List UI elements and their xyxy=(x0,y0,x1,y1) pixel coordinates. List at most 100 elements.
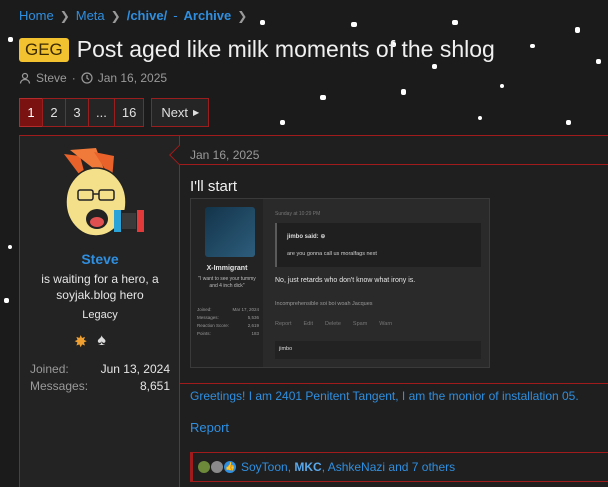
embed-action: Spam xyxy=(352,321,368,327)
breadcrumb-archive[interactable]: Archive xyxy=(184,8,232,23)
page-3-button[interactable]: 3 xyxy=(65,98,89,127)
embed-stat: Joined: Mar 17, 2024 xyxy=(197,307,259,312)
user-banner: Legacy xyxy=(82,309,118,321)
thread-date[interactable]: Jan 16, 2025 xyxy=(98,71,167,85)
messages-value[interactable]: 8,651 xyxy=(140,379,170,393)
reaction-name-bold: MKC xyxy=(294,460,322,474)
breadcrumb-home[interactable]: Home xyxy=(19,8,54,23)
snowflake xyxy=(452,20,458,25)
snowflake xyxy=(8,37,13,42)
chevron-right-icon: ❯ xyxy=(237,8,248,23)
snowflake xyxy=(596,59,601,64)
snowflake xyxy=(575,27,580,33)
joined-stat: Joined: Jun 13, 2024 xyxy=(30,362,170,376)
avatar[interactable] xyxy=(50,144,150,244)
divider xyxy=(180,164,608,165)
messages-label: Messages: xyxy=(30,379,89,393)
user-cell: Steve is waiting for a hero, a soyjak.bl… xyxy=(20,136,180,487)
breadcrumb-chive[interactable]: /chive/ xyxy=(127,8,167,23)
embed-action: Edit xyxy=(303,321,313,327)
snowflake xyxy=(8,245,12,249)
chevron-right-icon: ❯ xyxy=(110,8,121,23)
meta-separator: · xyxy=(71,71,76,85)
embed-quote: jimbo said: ⊕ are you gonna call us mora… xyxy=(275,223,481,267)
snowflake xyxy=(432,64,437,69)
post-username[interactable]: Steve xyxy=(20,251,180,267)
snowflake xyxy=(260,20,265,25)
embed-body: No, just retards who don't know what iro… xyxy=(275,277,416,284)
reactions-bar: 👍 SoyToon, MKC, AshkeNazi and 7 others xyxy=(190,452,608,482)
post: Steve is waiting for a hero, a soyjak.bl… xyxy=(19,135,608,487)
trophy-row: ✸ ♠ xyxy=(74,332,106,352)
messages-stat: Messages: 8,651 xyxy=(30,379,170,393)
next-page-button[interactable]: Next ▶ xyxy=(151,98,210,127)
embed-stat-value: 5,536 xyxy=(247,315,259,320)
jester-badge-icon[interactable]: ♠ xyxy=(97,332,106,352)
user-title: is waiting for a hero, a soyjak.blog her… xyxy=(41,272,159,302)
joined-label: Joined: xyxy=(30,362,69,376)
thread-prefix-badge[interactable]: GEG xyxy=(19,37,69,62)
snowflake xyxy=(500,84,504,88)
embed-timestamp: Sunday at 10:29 PM xyxy=(275,211,321,217)
embed-action: Delete xyxy=(325,321,341,327)
embed-stat: Points: 183 xyxy=(197,331,259,336)
user-signature: Greetings! I am 2401 Penitent Tangent, I… xyxy=(190,389,579,403)
thread-meta: Steve · Jan 16, 2025 xyxy=(19,71,167,85)
post-date[interactable]: Jan 16, 2025 xyxy=(190,148,259,162)
embed-stat-value: Mar 17, 2024 xyxy=(232,307,259,312)
signature-divider xyxy=(180,383,608,384)
embed-quote-author: jimbo said: ⊕ xyxy=(287,234,326,240)
reaction-names[interactable]: SoyToon, MKC, AshkeNazi and 7 others xyxy=(241,460,455,474)
page-2-button[interactable]: 2 xyxy=(42,98,66,127)
thread-header: GEG Post aged like milk moments of the s… xyxy=(19,36,495,63)
post-text: I'll start xyxy=(190,178,238,195)
page-16-button[interactable]: 16 xyxy=(113,98,145,127)
snowflake xyxy=(351,22,357,27)
embed-reply: jimbo xyxy=(275,341,481,359)
page-jump-button[interactable]: ... xyxy=(88,98,115,127)
reaction-name: SoyToon, xyxy=(241,460,295,474)
embed-stat: Reaction Score: 2,619 xyxy=(197,323,259,328)
embed-stat-label: Messages: xyxy=(197,315,219,320)
snowflake xyxy=(280,120,285,125)
thumbs-up-icon[interactable]: 👍 xyxy=(224,461,236,473)
embed-stat-value: 183 xyxy=(251,331,259,336)
embed-actions: Report Edit Delete Spam Warn xyxy=(275,321,392,327)
embed-stat-label: Joined: xyxy=(197,307,212,312)
snowflake xyxy=(530,44,535,48)
embed-stat: Messages: 5,536 xyxy=(197,315,259,320)
signature-text[interactable]: Greetings! I am 2401 Penitent Tangent, I… xyxy=(190,389,579,403)
breadcrumb-dash[interactable]: - xyxy=(173,8,177,23)
embed-username: X-Immigrant xyxy=(206,265,248,272)
chevron-right-icon: ❯ xyxy=(59,8,70,23)
breadcrumb-meta[interactable]: Meta xyxy=(76,8,105,23)
user-icon xyxy=(19,72,31,84)
snowflake xyxy=(401,89,406,95)
snowflake xyxy=(320,95,326,100)
sparkle-badge-icon[interactable]: ✸ xyxy=(74,332,87,352)
embed-user-quote: "I want to see your tummy and 4 inch dic… xyxy=(198,276,256,289)
reaction-name: , AshkeNazi and 7 others xyxy=(321,460,456,474)
wojak-reaction-icon[interactable] xyxy=(211,461,223,473)
embed-signature: Incomprehensible soi boi woah Jacques xyxy=(275,301,373,307)
page-1-button[interactable]: 1 xyxy=(19,98,43,127)
embed-action: Report xyxy=(275,321,292,327)
clock-icon xyxy=(81,72,93,84)
embed-stat-label: Reaction Score: xyxy=(197,323,230,328)
embed-quote-text: are you gonna call us moralfags next xyxy=(287,251,377,257)
caret-right-icon: ▶ xyxy=(193,108,200,117)
next-label: Next xyxy=(161,105,189,120)
post-content: Jan 16, 2025 I'll start X-Immigrant "I w… xyxy=(169,136,608,487)
embed-action: Warn xyxy=(379,321,393,327)
pagination: 1 2 3 ... 16 Next ▶ xyxy=(19,98,210,127)
page-title: Post aged like milk moments of the shlog xyxy=(76,36,495,62)
snowflake xyxy=(566,120,571,125)
snowflake xyxy=(478,116,482,120)
report-link[interactable]: Report xyxy=(190,420,229,435)
thread-author[interactable]: Steve xyxy=(36,71,67,85)
soyjak-reaction-icon[interactable] xyxy=(198,461,210,473)
embed-stat-label: Points: xyxy=(197,331,211,336)
embedded-screenshot[interactable]: X-Immigrant "I want to see your tummy an… xyxy=(190,198,490,368)
joined-value: Jun 13, 2024 xyxy=(100,362,170,376)
embed-avatar xyxy=(205,207,255,257)
